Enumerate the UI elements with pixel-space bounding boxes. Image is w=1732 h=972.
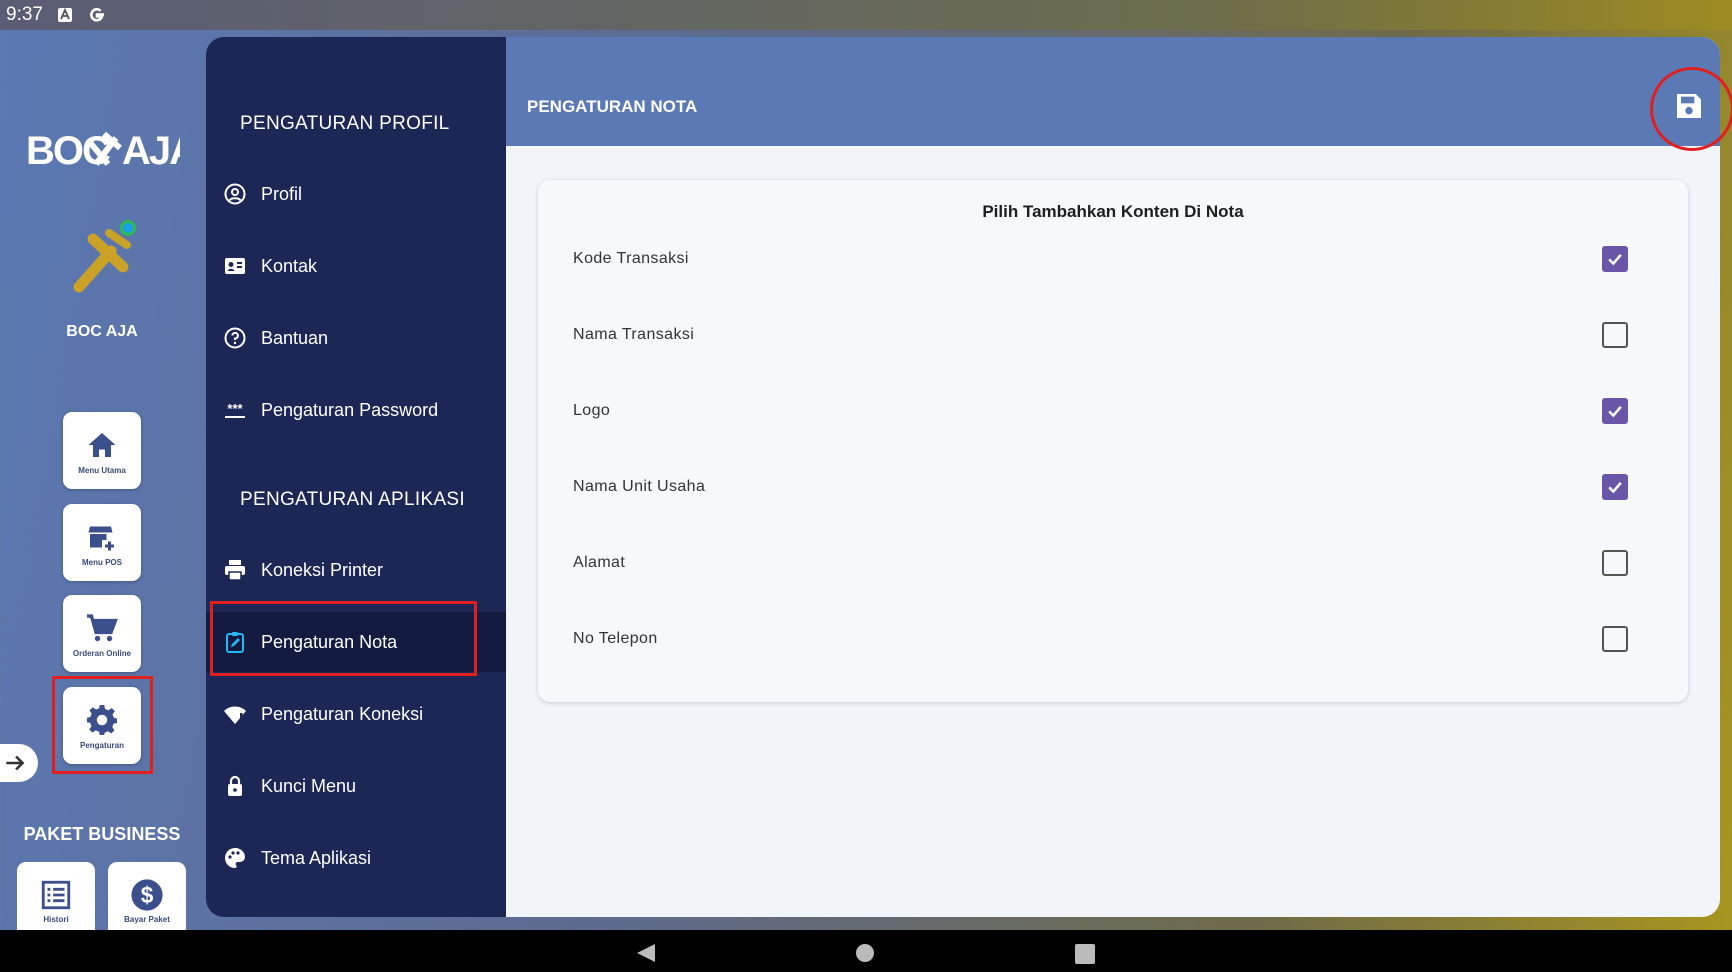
home-icon — [88, 432, 116, 457]
option-nama-transaksi: Nama Transaksi — [538, 315, 1688, 355]
menu-item-pengaturan-koneksi[interactable]: Pengaturan Koneksi — [206, 684, 506, 744]
checkbox-nama-unit-usaha[interactable] — [1602, 474, 1628, 500]
histori-label: Histori — [43, 914, 69, 924]
settings-menu-panel: PENGATURAN PROFIL Profil Kontak Bantuan … — [206, 37, 506, 917]
svg-text:AJA: AJA — [122, 129, 180, 173]
receipt-edit-icon — [221, 628, 249, 656]
wifi-alert-icon — [221, 700, 249, 728]
option-label: Kode Transaksi — [573, 250, 689, 267]
menu-item-pengaturan-password[interactable]: *** Pengaturan Password — [206, 380, 506, 440]
list-icon — [41, 880, 71, 909]
store-name: BOC AJA — [66, 323, 138, 340]
option-no-telepon: No Telepon — [538, 619, 1688, 659]
checkbox-logo[interactable] — [1602, 398, 1628, 424]
save-highlight — [1650, 67, 1732, 151]
brand-logo: BOC AJA — [26, 100, 199, 200]
menu-item-label: Pengaturan Password — [261, 399, 439, 420]
option-label: No Telepon — [573, 630, 658, 647]
histori-button[interactable]: Histori — [17, 862, 95, 939]
menu-item-label: Kunci Menu — [261, 775, 357, 796]
main-content: PENGATURAN NOTA Pilih Tambahkan Konten D… — [506, 37, 1720, 917]
menu-item-bantuan[interactable]: Bantuan — [206, 308, 506, 368]
help-circle-icon — [221, 324, 249, 352]
menu-item-label: Profil — [261, 183, 303, 204]
palette-icon — [221, 844, 249, 872]
orderan-online-button[interactable]: Orderan Online — [63, 595, 141, 672]
option-nama-unit-usaha: Nama Unit Usaha — [538, 467, 1688, 507]
menu-utama-label: Menu Utama — [78, 465, 126, 475]
menu-item-label: Pengaturan Nota — [261, 631, 398, 652]
option-label: Alamat — [573, 554, 626, 571]
pengaturan-button[interactable]: Pengaturan — [63, 687, 141, 764]
checkbox-alamat[interactable] — [1602, 550, 1628, 576]
printer-icon — [221, 556, 249, 584]
svg-text:$: $ — [141, 881, 154, 907]
status-time: 9:37 — [6, 4, 43, 25]
paket-label: PAKET BUSINESS — [23, 824, 181, 844]
status-bar: 9:37 — [0, 0, 1732, 30]
bayar-paket-button[interactable]: $ Bayar Paket — [108, 862, 186, 939]
menu-item-koneksi-printer[interactable]: Koneksi Printer — [206, 540, 506, 600]
menu-pos-button[interactable]: Menu POS — [63, 504, 141, 581]
svg-text:***: *** — [227, 401, 243, 416]
section-profile-title: PENGATURAN PROFIL — [240, 113, 450, 134]
option-label: Logo — [573, 402, 611, 419]
gear-icon — [87, 704, 117, 735]
online-status-dot — [120, 220, 136, 236]
menu-item-tema-aplikasi[interactable]: Tema Aplikasi — [206, 828, 506, 888]
menu-item-kunci-menu[interactable]: Kunci Menu — [206, 756, 506, 816]
expand-drawer-button[interactable] — [0, 744, 38, 782]
menu-item-label: Pengaturan Koneksi — [261, 703, 424, 724]
contact-card-icon — [221, 252, 249, 280]
account-circle-icon — [221, 180, 249, 208]
option-label: Nama Transaksi — [573, 326, 695, 343]
section-app-title: PENGATURAN APLIKASI — [240, 489, 465, 510]
lock-icon — [221, 772, 249, 800]
menu-item-label: Koneksi Printer — [261, 559, 384, 580]
arrow-right-icon — [6, 755, 25, 771]
menu-item-profil[interactable]: Profil — [206, 164, 506, 224]
menu-item-label: Tema Aplikasi — [261, 847, 372, 868]
option-label: Nama Unit Usaha — [573, 478, 706, 495]
page-title: PENGATURAN NOTA — [527, 97, 698, 116]
option-logo: Logo — [538, 391, 1688, 431]
password-icon: *** — [221, 396, 249, 424]
menu-item-label: Bantuan — [261, 327, 329, 348]
checkbox-kode-transaksi[interactable] — [1602, 246, 1628, 272]
store-add-icon — [88, 526, 114, 550]
option-kode-transaksi: Kode Transaksi — [538, 239, 1688, 279]
menu-utama-button[interactable]: Menu Utama — [63, 412, 141, 489]
cart-icon — [87, 613, 118, 641]
option-alamat: Alamat — [538, 543, 1688, 583]
recents-icon[interactable] — [1075, 944, 1095, 964]
home-nav-icon[interactable] — [856, 944, 874, 962]
notification-a-icon — [57, 7, 73, 23]
checkbox-no-telepon[interactable] — [1602, 626, 1628, 652]
card-title: Pilih Tambahkan Konten Di Nota — [982, 202, 1244, 221]
back-icon[interactable] — [635, 942, 657, 964]
pengaturan-label: Pengaturan — [79, 740, 124, 750]
left-rail: BOC AJA BOC AJA Menu Utama Menu POS Orde… — [0, 30, 206, 939]
android-nav-bar — [0, 930, 1732, 972]
menu-item-kontak[interactable]: Kontak — [206, 236, 506, 296]
google-icon — [87, 5, 107, 25]
checkbox-nama-transaksi[interactable] — [1602, 322, 1628, 348]
bayar-paket-label: Bayar Paket — [124, 914, 170, 924]
menu-item-pengaturan-nota[interactable]: Pengaturan Nota — [206, 612, 506, 672]
nota-options-card: Pilih Tambahkan Konten Di Nota Kode Tran… — [538, 180, 1688, 702]
dollar-icon: $ — [131, 878, 163, 911]
orderan-online-label: Orderan Online — [72, 648, 132, 658]
menu-pos-label: Menu POS — [81, 557, 122, 567]
main-header: PENGATURAN NOTA — [506, 37, 1720, 146]
menu-item-label: Kontak — [261, 255, 318, 276]
